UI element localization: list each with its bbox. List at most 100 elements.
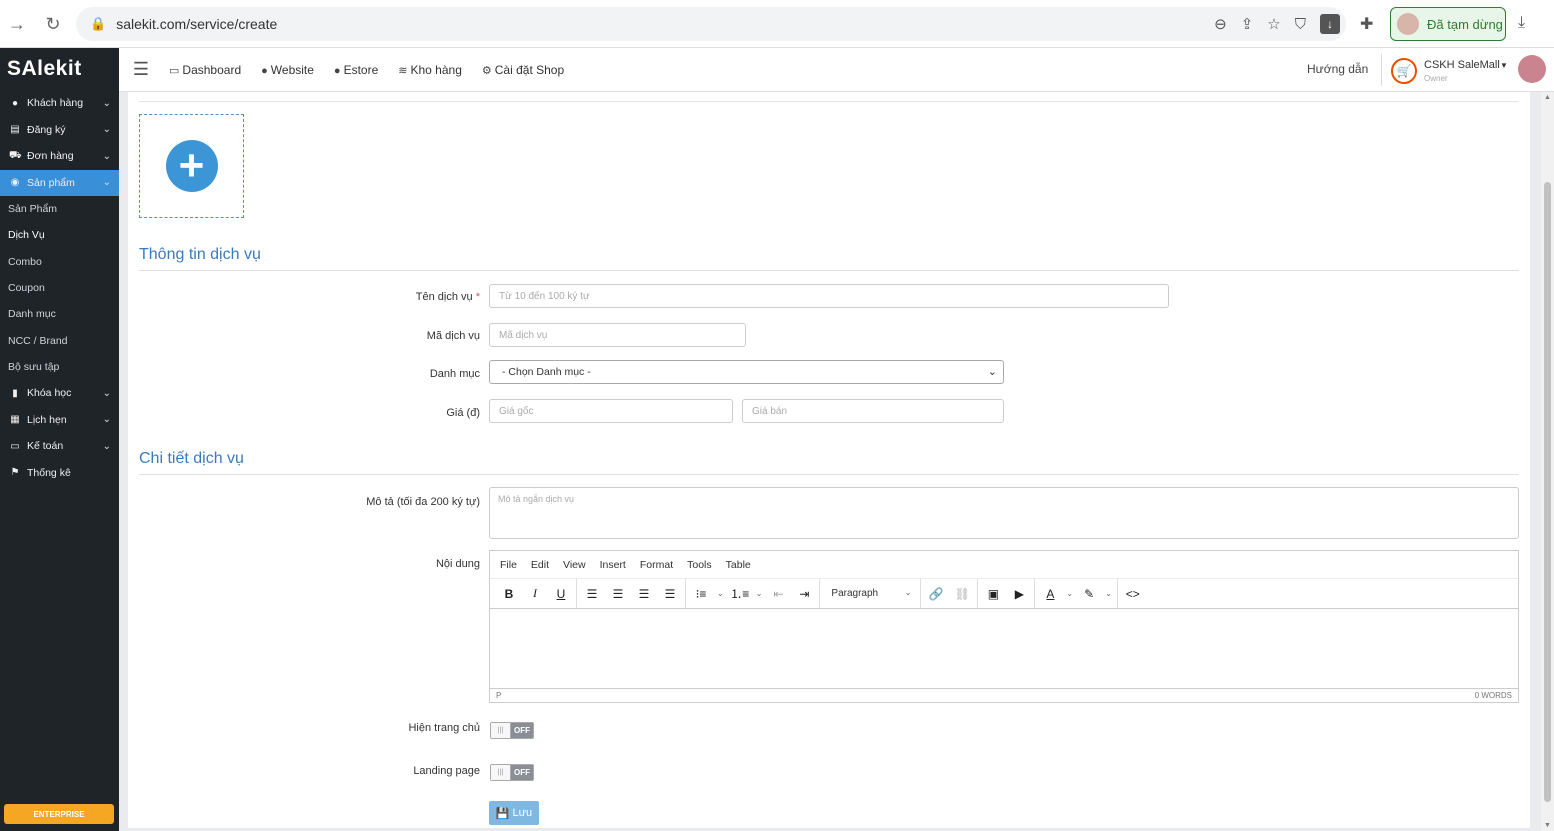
plus-icon: + (165, 140, 218, 192)
menu-edit[interactable]: Edit (531, 559, 549, 571)
numbered-list-icon[interactable]: ⒈≡ (730, 584, 750, 604)
highlight-icon[interactable]: ✎ (1079, 584, 1099, 604)
guide-link[interactable]: Hướng dẫn (1307, 62, 1368, 76)
link-icon[interactable]: 🔗 (926, 584, 946, 604)
page-scrollbar[interactable]: ▲ ▼ (1541, 92, 1554, 831)
credit-card-icon: ▭ (10, 440, 20, 452)
logo[interactable]: SAlekit (0, 48, 119, 90)
address-bar[interactable]: 🔒 salekit.com/service/create ⊖ ⇪ ☆ ⛉ ↓ (76, 7, 1346, 41)
shop-logo-icon[interactable]: 🛒 (1391, 58, 1417, 84)
download-arrow-icon[interactable]: ↓ (1320, 14, 1340, 34)
text-color-icon[interactable]: A (1040, 584, 1060, 604)
sidebar-item-courses[interactable]: ▮ Khóa học ⌄ (0, 380, 119, 407)
save-button[interactable]: 💾 Lưu (489, 801, 539, 825)
forward-icon[interactable]: → (2, 9, 32, 39)
sidebar-sub-products[interactable]: Sản Phẩm (0, 196, 119, 222)
paused-label: Đã tạm dừng (1427, 16, 1503, 32)
landing-page-toggle[interactable]: ||| OFF (490, 764, 534, 781)
chevron-down-icon[interactable]: ⌄ (1105, 589, 1112, 598)
extensions-icon[interactable]: ✚ (1360, 14, 1373, 34)
scroll-down-icon[interactable]: ▼ (1544, 822, 1551, 829)
nav-website[interactable]: ● Website (261, 63, 314, 77)
user-icon: ● (11, 97, 19, 109)
nav-shop-settings[interactable]: ⚙ Cài đặt Shop (482, 63, 564, 77)
scrollbar-thumb[interactable] (1544, 182, 1551, 802)
star-icon[interactable]: ☆ (1267, 15, 1280, 33)
homepage-toggle[interactable]: ||| OFF (490, 722, 534, 739)
source-code-icon[interactable]: <> (1123, 584, 1143, 604)
sidebar-item-accounting[interactable]: ▭ Kế toán ⌄ (0, 433, 119, 460)
enterprise-badge[interactable]: ENTERPRISE (4, 804, 114, 824)
sale-price-input[interactable]: Giá bán (742, 399, 1004, 423)
menu-tools[interactable]: Tools (687, 559, 712, 571)
unlink-icon[interactable]: ⛓ (952, 584, 972, 604)
shield-icon[interactable]: ⛉ (1295, 16, 1306, 33)
caret-down-icon[interactable]: ▼ (1500, 61, 1508, 70)
menu-format[interactable]: Format (640, 559, 673, 571)
divider (1381, 54, 1382, 86)
menu-icon[interactable]: ☰ (125, 59, 157, 80)
sidebar-sub-collections[interactable]: Bộ sưu tập (0, 354, 119, 380)
outdent-icon[interactable]: ⇤ (768, 584, 788, 604)
sidebar-sub-combo[interactable]: Combo (0, 249, 119, 275)
divider (139, 101, 1519, 102)
description-textarea[interactable]: Mô tả ngắn dịch vụ (489, 487, 1519, 539)
align-justify-icon[interactable]: ☰ (660, 584, 680, 604)
menu-view[interactable]: View (563, 559, 586, 571)
category-select[interactable]: - Chọn Danh mục - ⌄ (489, 360, 1004, 384)
original-price-input[interactable]: Giá gốc (489, 399, 733, 423)
editor-toolbar: B I U ☰ ☰ ☰ ☰ ⁝≡ ⌄ ⒈≡ ⌄ ⇤ ⇥ Paragraph⌄ (490, 579, 1518, 609)
chevron-down-icon[interactable]: ⌄ (717, 589, 724, 598)
zoom-out-icon[interactable]: ⊖ (1214, 15, 1227, 33)
indent-icon[interactable]: ⇥ (794, 584, 814, 604)
sidebar-item-appointments[interactable]: ▦ Lịch hẹn ⌄ (0, 407, 119, 434)
downloads-icon[interactable]: ⤓ (1518, 14, 1525, 32)
italic-icon[interactable]: I (525, 584, 545, 604)
sidebar-item-customers[interactable]: ● Khách hàng ⌄ (0, 90, 119, 117)
menu-table[interactable]: Table (726, 559, 751, 571)
chevron-down-icon: ⌄ (102, 177, 111, 189)
nav-dashboard[interactable]: ▭ Dashboard (169, 63, 241, 77)
globe-icon: ● (333, 64, 341, 77)
media-icon[interactable]: ▶ (1009, 584, 1029, 604)
calendar-icon: ▦ (10, 414, 20, 426)
bold-icon[interactable]: B (499, 584, 519, 604)
reload-icon[interactable]: ↻ (38, 9, 68, 39)
profile-paused-button[interactable]: Đã tạm dừng (1390, 7, 1506, 41)
service-code-input[interactable]: Mã dịch vụ (489, 323, 746, 347)
element-path[interactable]: P (496, 691, 501, 700)
avatar[interactable] (1518, 55, 1546, 83)
sidebar-item-statistics[interactable]: ⚑ Thống kê (0, 460, 119, 487)
bullet-list-icon[interactable]: ⁝≡ (691, 584, 711, 604)
underline-icon[interactable]: U (551, 584, 571, 604)
image-upload-box[interactable]: + (139, 114, 244, 218)
shop-name[interactable]: CSKH SaleMall (1424, 59, 1500, 71)
chevron-down-icon: ⌄ (904, 588, 912, 597)
align-left-icon[interactable]: ☰ (582, 584, 602, 604)
nav-warehouse[interactable]: ≋ Kho hàng (398, 63, 462, 77)
menu-insert[interactable]: Insert (600, 559, 626, 571)
image-icon[interactable]: ▣ (983, 584, 1003, 604)
chevron-down-icon: ⌄ (102, 387, 111, 399)
sidebar-sub-categories[interactable]: Danh mục (0, 301, 119, 327)
editor-content-area[interactable] (490, 609, 1518, 689)
share-icon[interactable]: ⇪ (1241, 15, 1254, 33)
chevron-down-icon[interactable]: ⌄ (756, 589, 763, 598)
sidebar-sub-brand[interactable]: NCC / Brand (0, 327, 119, 353)
align-right-icon[interactable]: ☰ (634, 584, 654, 604)
list-icon: ▤ (10, 124, 20, 136)
sidebar-sub-services[interactable]: Dịch Vụ (0, 222, 119, 248)
align-center-icon[interactable]: ☰ (608, 584, 628, 604)
scroll-up-icon[interactable]: ▲ (1544, 94, 1551, 101)
sidebar-item-registrations[interactable]: ▤ Đăng ký ⌄ (0, 117, 119, 144)
paragraph-select[interactable]: Paragraph ⌄ (825, 588, 915, 599)
nav-estore[interactable]: ● Estore (334, 63, 378, 77)
menu-file[interactable]: File (500, 559, 517, 571)
required-mark: * (475, 291, 480, 303)
sidebar-item-orders[interactable]: ⛟ Đơn hàng ⌄ (0, 143, 119, 170)
sidebar-sub-coupon[interactable]: Coupon (0, 275, 119, 301)
sidebar-item-products[interactable]: ◉ Sản phẩm ⌄ (0, 169, 119, 196)
service-name-input[interactable]: Từ 10 đến 100 ký tự (489, 284, 1169, 308)
chevron-down-icon[interactable]: ⌄ (1066, 589, 1073, 598)
homepage-label: Hiện trang chủ (408, 722, 480, 734)
